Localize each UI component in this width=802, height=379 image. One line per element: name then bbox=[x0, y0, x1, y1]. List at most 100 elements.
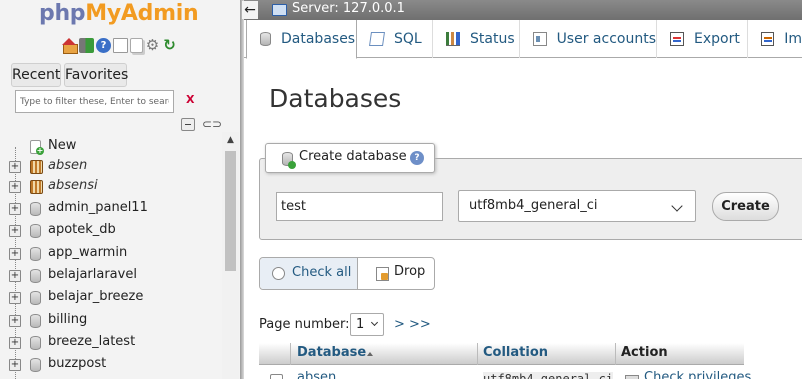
tab-import[interactable]: Im bbox=[748, 20, 802, 58]
favorites-tab[interactable]: Favorites bbox=[64, 63, 128, 87]
tree-item-database[interactable]: + app_warmin bbox=[0, 243, 222, 265]
database-icon bbox=[30, 314, 41, 328]
tree-item-database[interactable]: + billing bbox=[0, 310, 222, 332]
phpmyadmin-logo[interactable]: phpMyAdmin bbox=[39, 1, 199, 26]
logo-php-text: php bbox=[39, 1, 86, 26]
privileges-icon bbox=[625, 375, 639, 379]
tree-item-label: buzzpost bbox=[48, 356, 107, 371]
check-all-label[interactable]: Check all bbox=[292, 265, 351, 280]
database-icon bbox=[30, 160, 43, 174]
next-page-link[interactable]: > >> bbox=[394, 317, 431, 332]
tab-user-accounts[interactable]: User accounts bbox=[520, 20, 657, 58]
expand-icon[interactable]: + bbox=[9, 270, 21, 282]
tree-item-new[interactable]: + New bbox=[0, 136, 222, 158]
expand-icon[interactable]: + bbox=[9, 225, 21, 237]
help-icon[interactable]: ? bbox=[96, 38, 111, 53]
filter-clear-button[interactable]: X bbox=[186, 93, 194, 106]
collation-value: utf8mb4_general_ci bbox=[483, 372, 614, 379]
create-database-legend: Create database ? bbox=[265, 143, 435, 173]
row-checkbox[interactable] bbox=[270, 374, 283, 379]
logo-myadmin-text: MyAdmin bbox=[85, 1, 199, 26]
tree-item-database[interactable]: + admin_panel11 bbox=[0, 198, 222, 220]
column-header-database[interactable]: Database bbox=[297, 345, 366, 360]
nav-icon-bar: ? ⚙ ↻ bbox=[62, 38, 177, 54]
column-header-collation[interactable]: Collation bbox=[483, 345, 548, 360]
server-icon bbox=[272, 4, 287, 16]
expand-icon[interactable]: + bbox=[9, 359, 21, 371]
database-icon bbox=[30, 180, 43, 194]
page-number-select[interactable]: 1 bbox=[350, 313, 384, 336]
tree-item-database[interactable]: + belajarlaravel bbox=[0, 265, 222, 287]
tree-item-database[interactable]: + buzzpost bbox=[0, 354, 222, 376]
tab-sql[interactable]: SQL bbox=[357, 20, 433, 58]
check-all-checkbox[interactable] bbox=[272, 267, 285, 280]
home-icon[interactable] bbox=[62, 38, 78, 54]
tab-status[interactable]: Status bbox=[433, 20, 520, 58]
tab-label: Databases bbox=[281, 31, 356, 47]
column-divider bbox=[477, 343, 478, 365]
expand-icon[interactable]: + bbox=[9, 315, 21, 327]
help-icon[interactable]: ? bbox=[410, 151, 424, 165]
database-icon bbox=[30, 336, 41, 350]
collapse-all-icon[interactable] bbox=[181, 118, 195, 131]
documentation-icon[interactable] bbox=[113, 38, 128, 53]
tree-item-label: apotek_db bbox=[48, 222, 116, 237]
sql-icon bbox=[369, 32, 385, 46]
docs-copy-icon[interactable] bbox=[130, 38, 143, 53]
expand-icon[interactable]: + bbox=[9, 248, 21, 260]
tab-databases[interactable]: Databases bbox=[246, 20, 357, 59]
tab-label: User accounts bbox=[556, 31, 656, 47]
table-row: absen utf8mb4_general_ci Check privilege… bbox=[259, 366, 751, 379]
database-filter-input[interactable] bbox=[15, 90, 174, 113]
tree-item-database[interactable]: + absensi bbox=[0, 176, 222, 198]
chevron-down-icon bbox=[370, 318, 379, 327]
tree-item-label: admin_panel11 bbox=[48, 200, 148, 215]
collation-select[interactable]: utf8mb4_general_ci bbox=[458, 190, 696, 222]
tree-item-label: breeze_latest bbox=[48, 334, 136, 349]
reload-icon[interactable]: ↻ bbox=[162, 38, 177, 53]
tab-label: Status bbox=[470, 31, 515, 47]
server-breadcrumb[interactable]: Server: 127.0.0.1 bbox=[292, 1, 405, 16]
tree-item-label: New bbox=[48, 138, 77, 153]
nav-scrollbar[interactable]: ▲ bbox=[222, 132, 239, 379]
navigation-panel: phpMyAdmin ? ⚙ ↻ Recent Favorites X ⊂⊃ +… bbox=[0, 0, 240, 379]
tree-item-database[interactable]: + apotek_db bbox=[0, 220, 222, 242]
expand-icon[interactable]: + bbox=[9, 181, 21, 193]
check-all-control[interactable]: Check all bbox=[260, 258, 358, 289]
scroll-thumb[interactable] bbox=[225, 151, 236, 271]
expand-icon[interactable]: + bbox=[9, 203, 21, 215]
link-with-main-icon[interactable]: ⊂⊃ bbox=[202, 118, 222, 131]
database-name-link[interactable]: absen bbox=[297, 370, 336, 379]
gear-icon[interactable]: ⚙ bbox=[145, 38, 160, 53]
tab-label: Im bbox=[784, 31, 802, 47]
database-icon bbox=[260, 32, 271, 46]
drop-button[interactable]: Drop bbox=[394, 264, 425, 279]
tree-item-database[interactable]: + belajar_breeze bbox=[0, 287, 222, 309]
tree-item-label: app_warmin bbox=[48, 245, 128, 260]
column-divider bbox=[290, 343, 291, 365]
expand-icon[interactable]: + bbox=[9, 161, 21, 173]
create-button[interactable]: Create bbox=[712, 192, 779, 221]
recent-tab[interactable]: Recent bbox=[11, 63, 61, 87]
expand-icon[interactable]: + bbox=[9, 292, 21, 304]
scroll-up-icon[interactable]: ▲ bbox=[222, 132, 239, 149]
table-header: Database Collation Action bbox=[259, 343, 744, 365]
tree-item-label: absensi bbox=[48, 178, 98, 193]
tree-item-database[interactable]: + breeze_latest bbox=[0, 332, 222, 354]
tree-item-label: belajarlaravel bbox=[48, 267, 137, 282]
logout-icon[interactable] bbox=[79, 38, 94, 53]
sort-ascending-icon bbox=[367, 352, 373, 356]
import-icon bbox=[761, 32, 775, 46]
expand-icon[interactable]: + bbox=[9, 337, 21, 349]
back-arrow-icon[interactable]: ← bbox=[242, 1, 258, 19]
bulk-action-bar: Check all Drop bbox=[259, 257, 435, 290]
tree-item-database[interactable]: + absen bbox=[0, 156, 222, 178]
column-divider bbox=[615, 343, 616, 365]
drop-icon bbox=[376, 267, 389, 281]
database-name-input[interactable] bbox=[276, 192, 443, 221]
main-tab-bar: Databases SQL Status User accounts Expor… bbox=[244, 20, 802, 59]
tab-label: Export bbox=[694, 31, 740, 47]
check-privileges-link[interactable]: Check privileges bbox=[644, 370, 751, 379]
tab-export[interactable]: Export bbox=[657, 20, 748, 58]
export-icon bbox=[670, 32, 684, 46]
